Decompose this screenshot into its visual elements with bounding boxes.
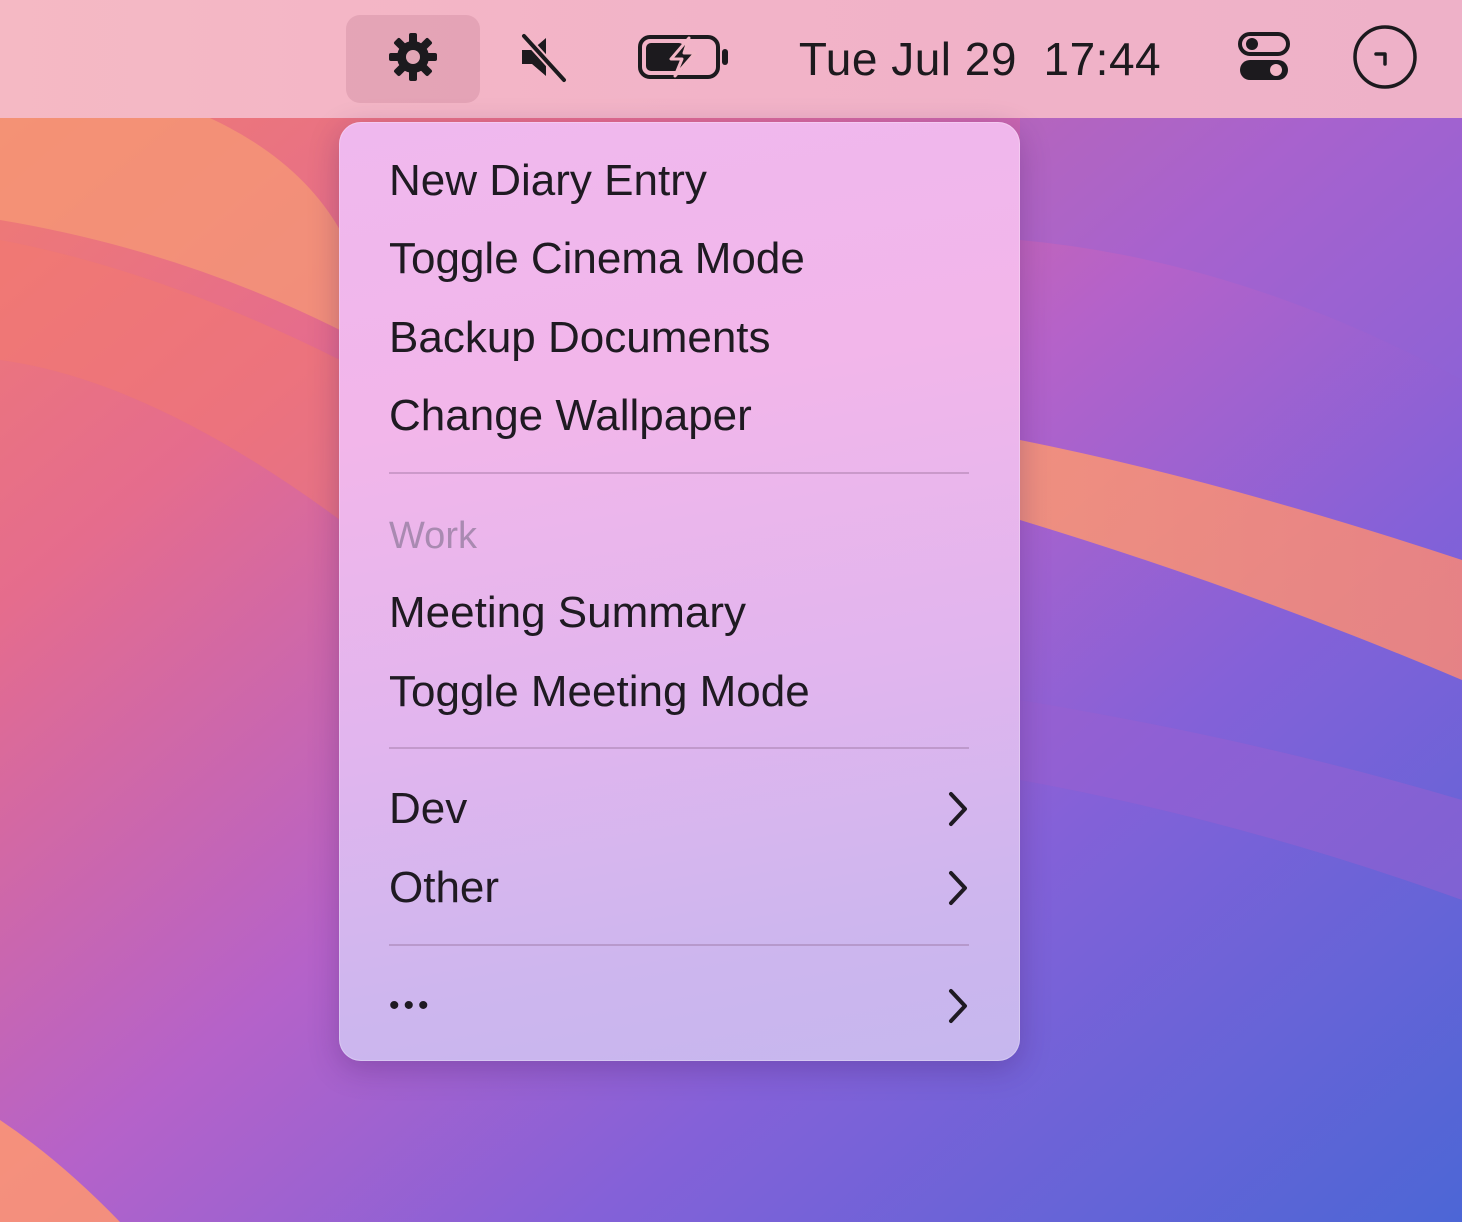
menu-item-new-diary-entry[interactable]: New Diary Entry <box>389 146 969 216</box>
menu-item-label: Meeting Summary <box>389 588 747 637</box>
menu-item-label: Toggle Cinema Mode <box>389 234 805 283</box>
menu-item-label: Other <box>389 863 500 912</box>
menu-item-label: New Diary Entry <box>389 156 707 205</box>
control-center-button[interactable] <box>1232 0 1296 118</box>
menu-separator <box>389 747 969 749</box>
timer-button[interactable] <box>1348 0 1422 118</box>
menu-item-change-wallpaper[interactable]: Change Wallpaper <box>389 381 969 451</box>
menu-item-toggle-meeting-mode[interactable]: Toggle Meeting Mode <box>389 657 969 727</box>
control-center-icon <box>1238 31 1290 87</box>
menu-item-backup-documents[interactable]: Backup Documents <box>389 303 969 373</box>
chevron-right-icon <box>939 868 969 908</box>
submenu-item-dev[interactable]: Dev <box>389 774 969 844</box>
menu-separator <box>389 472 969 474</box>
sound-muted-button[interactable] <box>508 0 578 118</box>
more-ellipsis: ••• <box>389 989 433 1022</box>
speaker-muted-icon <box>516 30 570 89</box>
menu-item-label: Change Wallpaper <box>389 391 752 440</box>
menu-item-toggle-cinema-mode[interactable]: Toggle Cinema Mode <box>389 224 969 294</box>
chevron-right-icon <box>939 789 969 829</box>
gear-icon <box>387 31 439 88</box>
chevron-right-icon <box>939 986 969 1026</box>
submenu-item-other[interactable]: Other <box>389 853 969 923</box>
battery-charging-icon <box>637 34 731 85</box>
menu-item-label: Dev <box>389 784 468 833</box>
clock-date: Tue Jul 29 <box>798 33 1017 85</box>
clock-time: 17:44 <box>1043 33 1162 85</box>
menu-item-meeting-summary[interactable]: Meeting Summary <box>389 578 969 648</box>
section-header-work: Work <box>389 515 477 557</box>
gear-menu-button[interactable] <box>346 15 480 103</box>
menu-bar: Tue Jul 29 17:44 <box>0 0 1462 118</box>
submenu-item-more[interactable]: ••• <box>389 971 969 1041</box>
menu-item-label: Backup Documents <box>389 313 771 362</box>
menu-separator <box>389 944 969 946</box>
timer-icon <box>1352 24 1418 95</box>
battery-status[interactable] <box>634 0 734 118</box>
menubar-clock[interactable]: Tue Jul 29 17:44 <box>780 0 1180 118</box>
menu-item-label: Toggle Meeting Mode <box>389 667 810 716</box>
dropdown-menu: New Diary Entry Toggle Cinema Mode Backu… <box>339 122 1020 1061</box>
